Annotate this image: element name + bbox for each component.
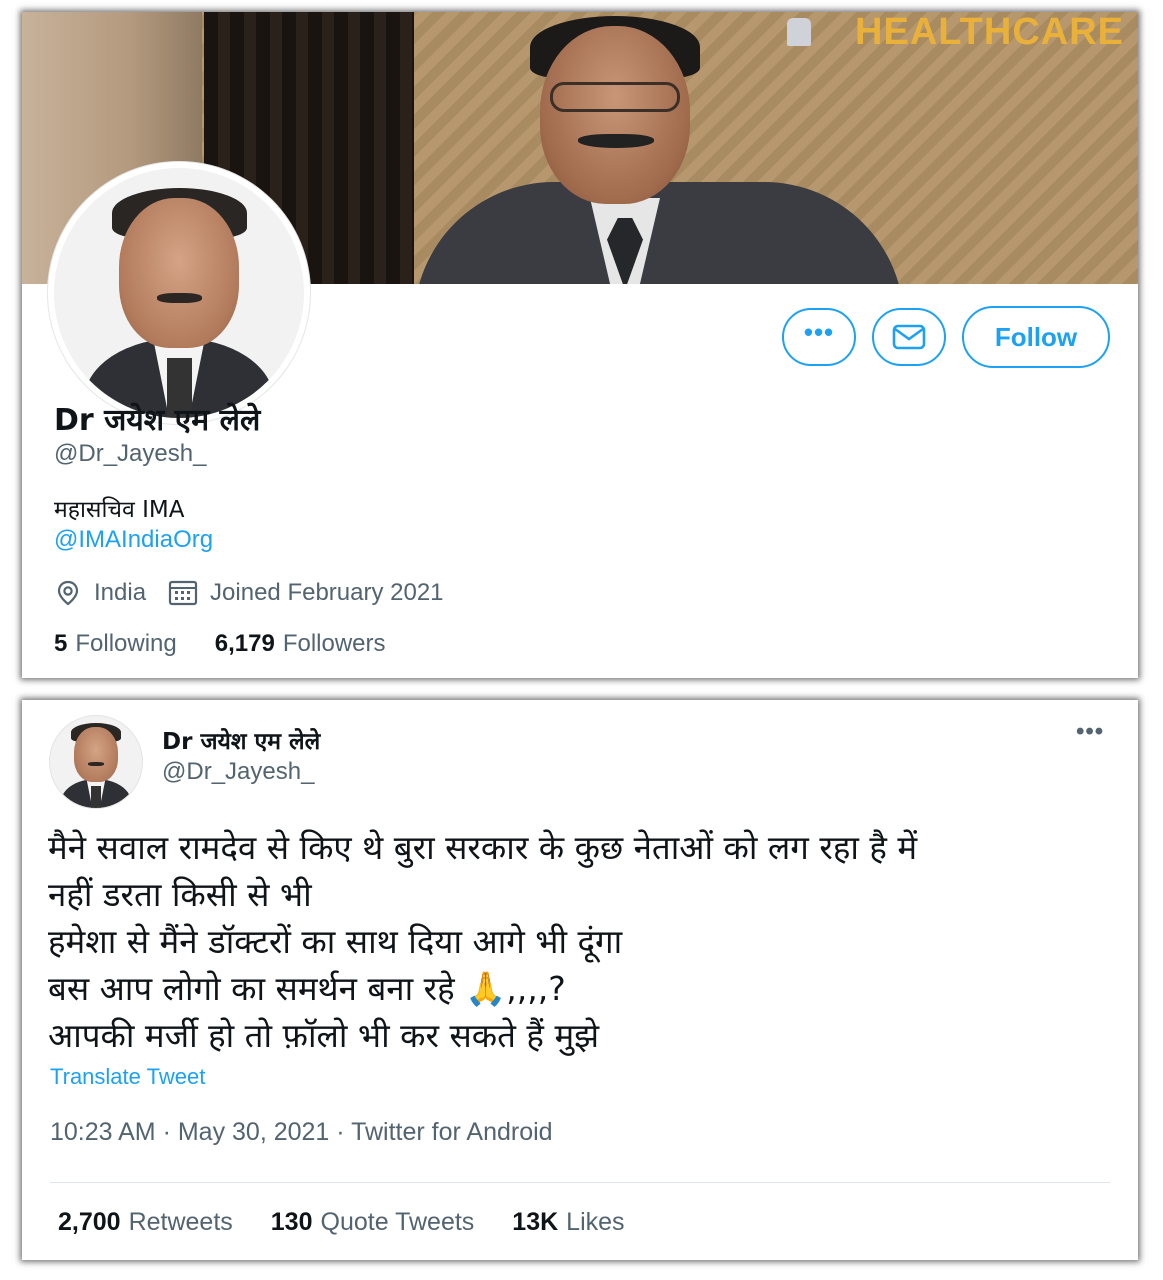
tweet-engagement-stats: 2,700 Retweets 130 Quote Tweets 13K Likes xyxy=(58,1208,663,1237)
following-label: Following xyxy=(75,630,177,657)
profile-meta: India Joined February 2021 xyxy=(54,576,466,610)
avatar-tie xyxy=(91,785,101,808)
following-count: 5 xyxy=(54,630,68,657)
likes-count: 13K xyxy=(512,1208,559,1236)
banner-person-suit xyxy=(414,182,904,284)
divider xyxy=(50,1182,1110,1183)
tweet-author-name[interactable]: Dr जयेश एम लेले xyxy=(162,724,320,756)
followers-stat[interactable]: 6,179 Followers xyxy=(215,630,386,658)
banner-brand-text: HEALTHCARE xyxy=(855,12,1124,53)
location-pin-icon xyxy=(57,580,79,606)
calendar-icon xyxy=(168,580,198,606)
tweet-text-line: आपकी मर्जी हो तो फ़ॉलो भी कर सकते हैं मु… xyxy=(48,1016,600,1055)
location-text: India xyxy=(94,579,147,606)
tweet-card: Dr जयेश एम लेले @Dr_Jayesh_ ••• मैने सवा… xyxy=(22,700,1138,1260)
profile-avatar-photo xyxy=(54,168,304,418)
avatar-face xyxy=(73,727,119,783)
quote-tweets-label: Quote Tweets xyxy=(320,1208,475,1236)
banner-brand-icon xyxy=(787,18,811,46)
quote-tweets-count: 130 xyxy=(270,1208,313,1236)
banner-person-glasses xyxy=(550,82,680,112)
more-icon: ••• xyxy=(803,317,835,347)
profile-location: India xyxy=(54,579,146,607)
tweet-text: मैने सवाल रामदेव से किए थे बुरा सरकार के… xyxy=(48,824,1118,1059)
avatar-mustache xyxy=(87,762,105,766)
profile-display-name: Dr जयेश एम लेले xyxy=(54,403,261,438)
retweets-label: Retweets xyxy=(128,1208,233,1236)
tweet-text-line: हमेशा से मैंने डॉक्टरों का साथ दिया आगे … xyxy=(48,922,623,961)
retweets-stat[interactable]: 2,700 Retweets xyxy=(58,1208,233,1237)
profile-stats: 5 Following 6,179 Followers xyxy=(54,630,424,658)
profile-bio-mention-link[interactable]: @IMAIndiaOrg xyxy=(54,526,213,554)
banner-person-mustache xyxy=(578,134,654,148)
tweet-author-avatar[interactable] xyxy=(50,716,142,808)
more-options-button[interactable]: ••• xyxy=(782,308,856,366)
profile-handle: @Dr_Jayesh_ xyxy=(54,440,207,467)
likes-stat[interactable]: 13K Likes xyxy=(512,1208,624,1237)
tweet-text-line: मैने सवाल रामदेव से किए थे बुरा सरकार के… xyxy=(48,828,918,867)
message-button[interactable] xyxy=(872,308,946,366)
tweet-author-handle[interactable]: @Dr_Jayesh_ xyxy=(162,758,314,786)
following-stat[interactable]: 5 Following xyxy=(54,630,177,658)
profile-avatar[interactable] xyxy=(48,162,310,424)
tweet-timestamp-source[interactable]: 10:23 AM · May 30, 2021 · Twitter for An… xyxy=(50,1118,553,1147)
profile-bio: महासचिव IMA xyxy=(54,497,185,523)
tweet-more-icon[interactable]: ••• xyxy=(1076,718,1104,746)
envelope-icon xyxy=(892,324,926,350)
likes-label: Likes xyxy=(566,1208,625,1236)
profile-card: HEALTHCARE ••• Follow Dr जयेश एम लेले @D… xyxy=(22,12,1138,678)
tweet-text-line: बस आप लोगो का समर्थन बना रहे 🙏,,,,? xyxy=(48,969,566,1008)
tweet-text-line: नहीं डरता किसी से भी xyxy=(48,875,312,914)
profile-joined: Joined February 2021 xyxy=(168,579,444,607)
avatar-face xyxy=(119,198,239,348)
banner-person-head xyxy=(540,26,690,204)
retweets-count: 2,700 xyxy=(58,1208,121,1236)
joined-text: Joined February 2021 xyxy=(210,579,444,606)
translate-tweet-link[interactable]: Translate Tweet xyxy=(50,1064,205,1090)
quote-tweets-stat[interactable]: 130 Quote Tweets xyxy=(271,1208,475,1237)
followers-count: 6,179 xyxy=(214,630,275,657)
avatar-mustache xyxy=(156,293,202,303)
follow-button[interactable]: Follow xyxy=(962,306,1110,368)
followers-label: Followers xyxy=(282,630,386,657)
